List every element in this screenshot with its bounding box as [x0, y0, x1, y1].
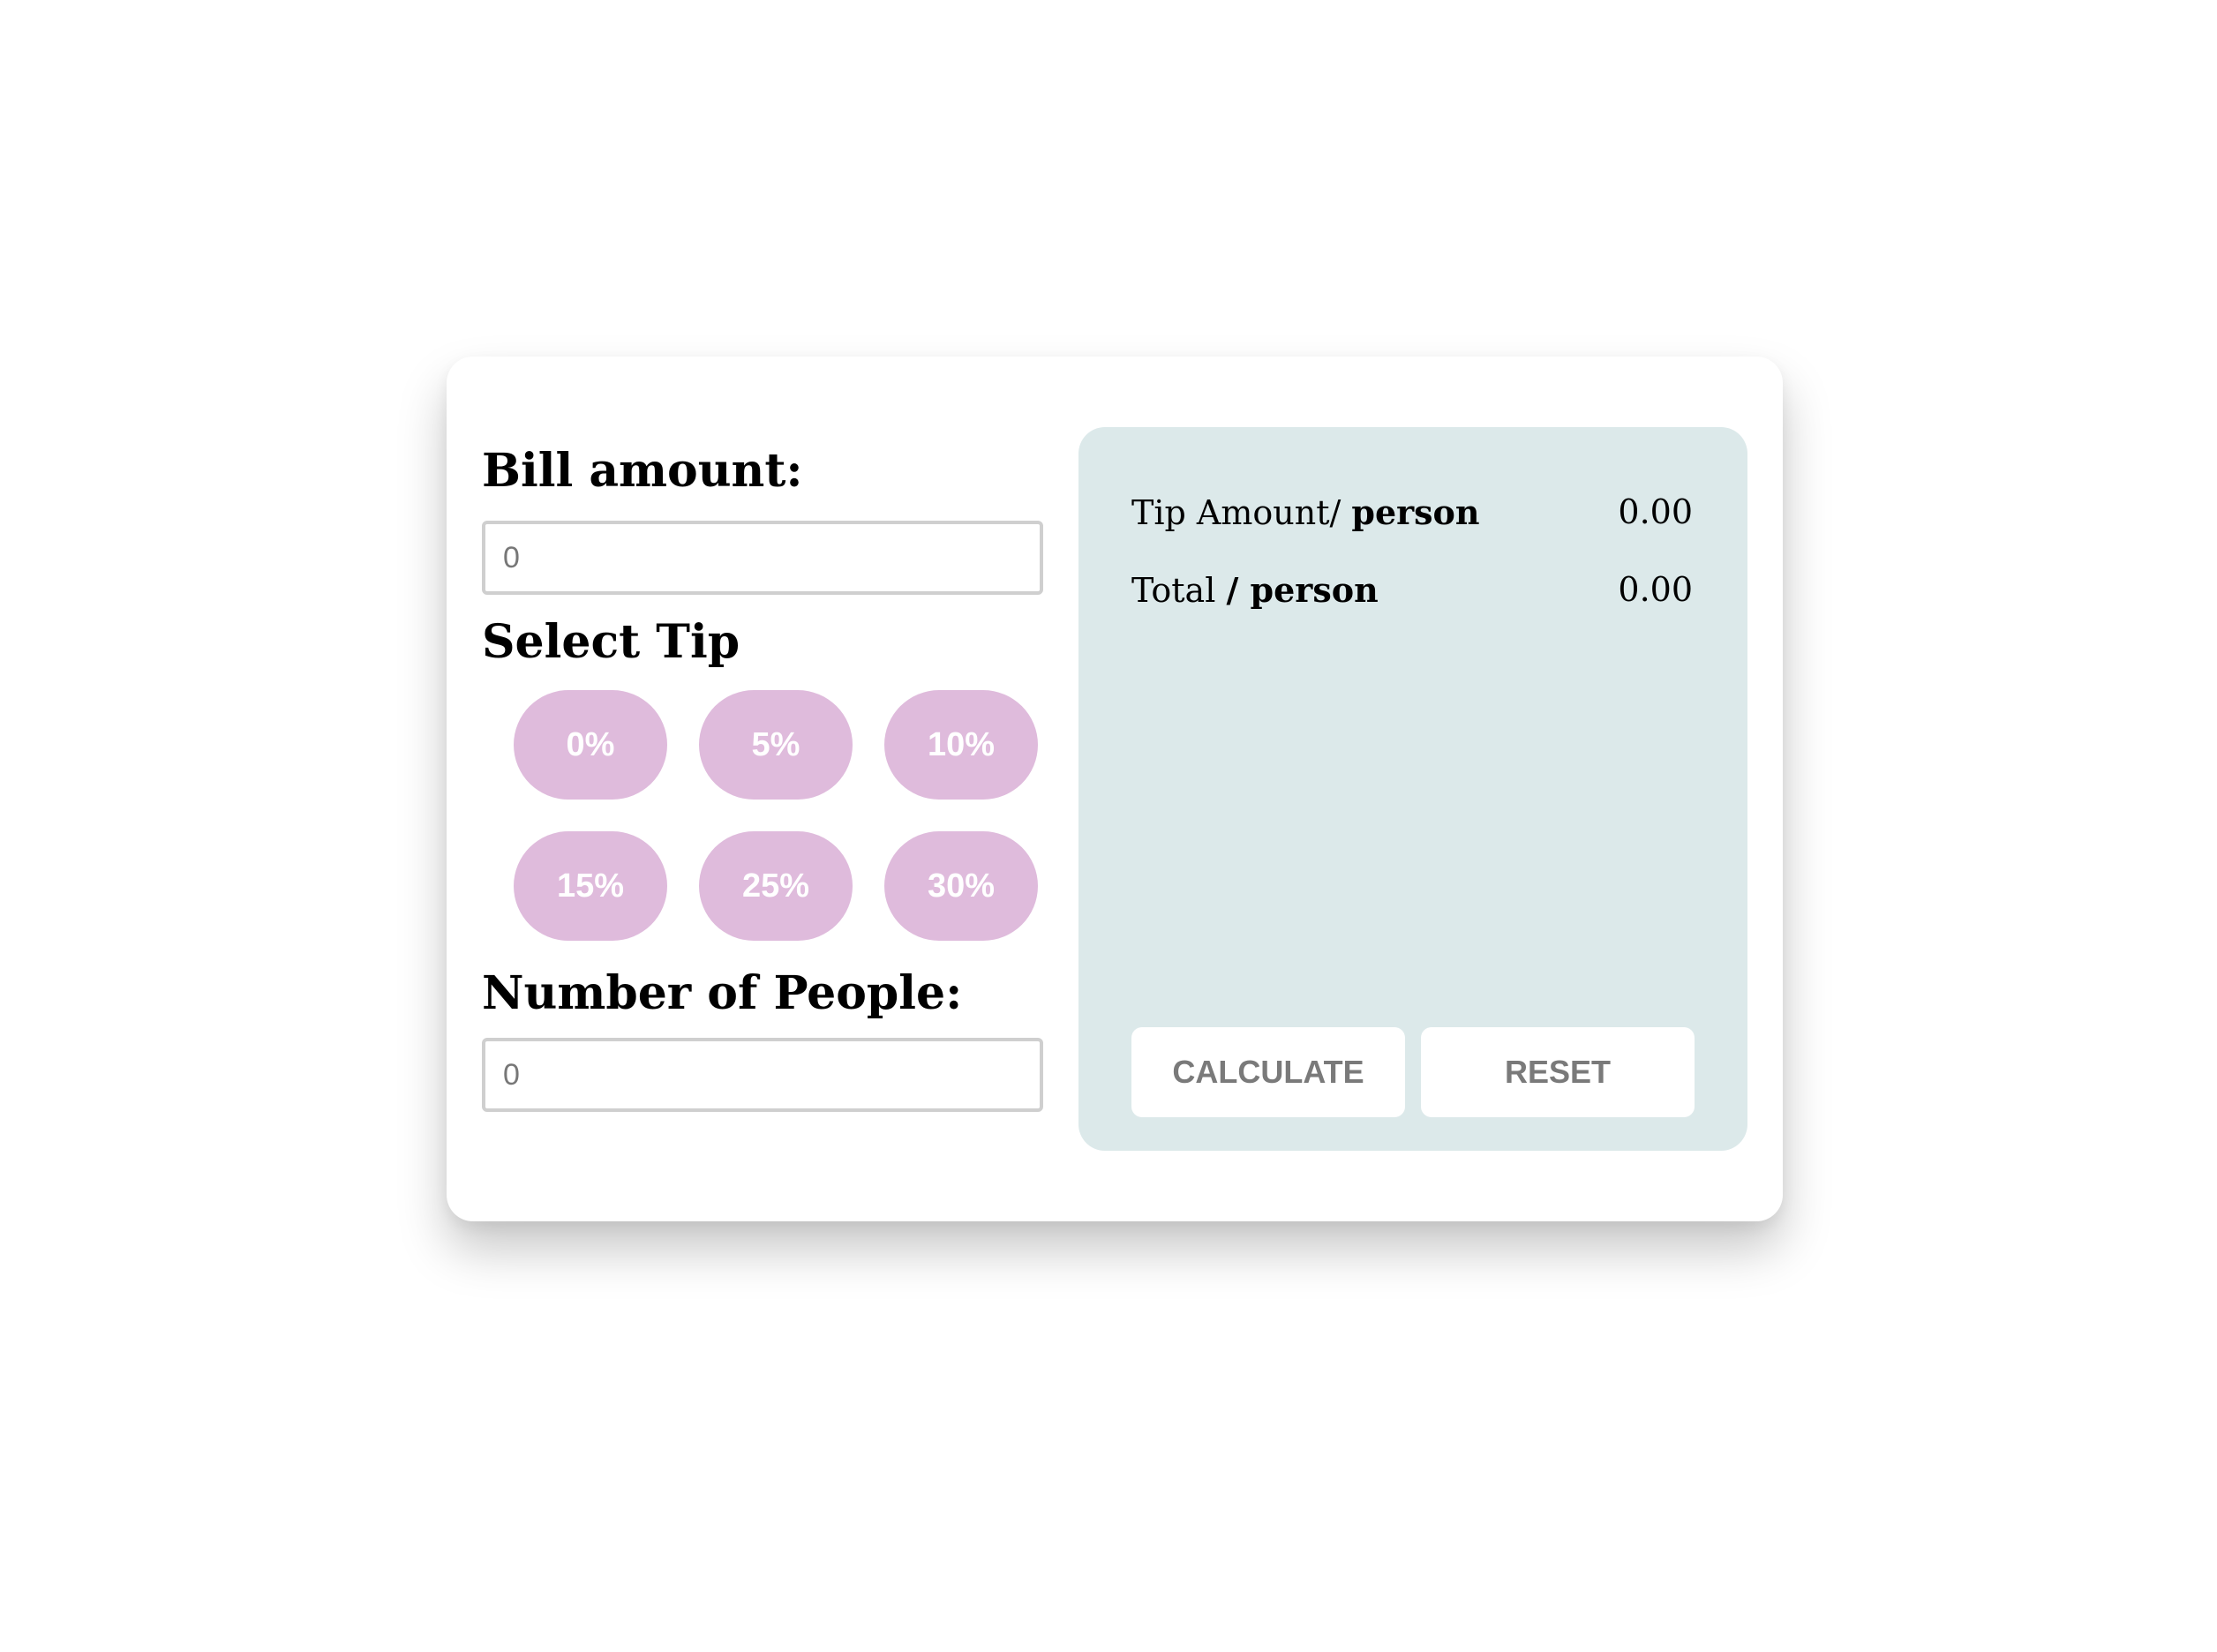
tip-amount-label: Tip Amount/ person [1131, 492, 1480, 532]
total-row: Total / person 0.00 [1131, 570, 1693, 620]
tip-options: 0% 5% 10% 15% 25% 30% [514, 690, 1043, 941]
tip-30-button[interactable]: 30% [884, 831, 1038, 941]
select-tip-heading: Select Tip [482, 615, 740, 669]
tip-0-button[interactable]: 0% [514, 690, 667, 800]
tip-25-button[interactable]: 25% [699, 831, 853, 941]
bill-amount-input[interactable] [482, 521, 1043, 595]
tip-calculator-card: Bill amount: Select Tip 0% 5% 10% 15% 25… [447, 357, 1783, 1221]
total-value: 0.00 [1618, 570, 1693, 609]
total-label: Total / person [1131, 570, 1379, 610]
tip-amount-row: Tip Amount/ person 0.00 [1131, 492, 1693, 542]
calculate-button[interactable]: CALCULATE [1131, 1027, 1405, 1117]
reset-button[interactable]: RESET [1421, 1027, 1695, 1117]
number-of-people-input[interactable] [482, 1038, 1043, 1112]
tip-5-button[interactable]: 5% [699, 690, 853, 800]
tip-15-button[interactable]: 15% [514, 831, 667, 941]
tip-10-button[interactable]: 10% [884, 690, 1038, 800]
results-panel: Tip Amount/ person 0.00 Total / person 0… [1078, 427, 1747, 1151]
tip-amount-value: 0.00 [1618, 492, 1693, 531]
input-panel: Bill amount: Select Tip 0% 5% 10% 15% 25… [447, 357, 1078, 1221]
number-of-people-heading: Number of People: [482, 966, 963, 1020]
bill-amount-heading: Bill amount: [482, 444, 803, 498]
